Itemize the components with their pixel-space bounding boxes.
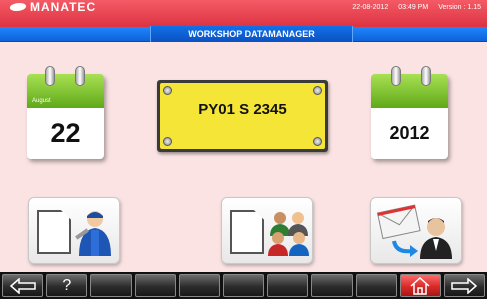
calendar-month: August xyxy=(32,98,51,104)
brand: MANATEC xyxy=(8,0,97,14)
year-calendar-tile[interactable]: 2012 xyxy=(371,66,448,159)
function-button-7[interactable] xyxy=(267,274,309,297)
arrow-left-icon xyxy=(9,277,36,294)
brand-name: MANATEC xyxy=(30,0,97,14)
email-contact-button[interactable] xyxy=(370,197,462,264)
title-bar: WORKSHOP DATAMANAGER xyxy=(0,26,487,42)
license-plate[interactable]: PY01 S 2345 xyxy=(157,80,328,152)
customers-group-icon xyxy=(268,212,309,256)
calendar-ring-icon xyxy=(75,66,85,86)
document-icon xyxy=(230,210,264,254)
calendar-ring-icon xyxy=(45,66,55,86)
home-button[interactable] xyxy=(399,274,441,297)
function-button-8[interactable] xyxy=(311,274,353,297)
manatec-logo-icon xyxy=(8,3,28,11)
screw-icon xyxy=(163,86,172,95)
calendar-ring-icon xyxy=(421,66,431,86)
calendar-day: 22 xyxy=(50,118,81,148)
page-title: WORKSHOP DATAMANAGER xyxy=(150,26,353,42)
function-button-4[interactable] xyxy=(134,274,176,297)
help-icon: ? xyxy=(62,277,72,294)
header-bar: MANATEC 22-08-2012 03:49 PM Version : 1.… xyxy=(0,0,487,27)
screw-icon xyxy=(313,86,322,95)
function-button-6[interactable] xyxy=(222,274,265,297)
plate-face: PY01 S 2345 xyxy=(160,83,325,149)
calendar-ring-icon xyxy=(391,66,401,86)
next-button[interactable] xyxy=(443,274,486,297)
document-icon xyxy=(37,210,71,254)
status-version: Version : 1.15 xyxy=(438,3,481,11)
date-calendar-tile[interactable]: August 22 xyxy=(27,66,104,159)
plate-number: PY01 S 2345 xyxy=(198,101,287,118)
help-button[interactable]: ? xyxy=(46,274,88,297)
function-button-5[interactable] xyxy=(178,274,220,297)
home-icon xyxy=(410,276,430,295)
technician-icon xyxy=(75,211,111,256)
back-button[interactable] xyxy=(2,274,44,297)
function-button-9[interactable] xyxy=(355,274,397,297)
customers-data-button[interactable] xyxy=(221,197,313,264)
email-user-icon xyxy=(376,204,452,259)
function-button-3[interactable] xyxy=(90,274,132,297)
screw-icon xyxy=(313,137,322,146)
technician-data-button[interactable] xyxy=(28,197,120,264)
status-area: 22-08-2012 03:49 PM Version : 1.15 xyxy=(352,1,481,13)
function-bar: ? xyxy=(0,272,487,299)
status-time: 03:49 PM xyxy=(398,3,429,11)
status-date: 22-08-2012 xyxy=(352,3,389,11)
calendar-year: 2012 xyxy=(389,123,430,143)
arrow-right-icon xyxy=(451,277,478,294)
screw-icon xyxy=(163,137,172,146)
calendar-header xyxy=(371,74,448,108)
